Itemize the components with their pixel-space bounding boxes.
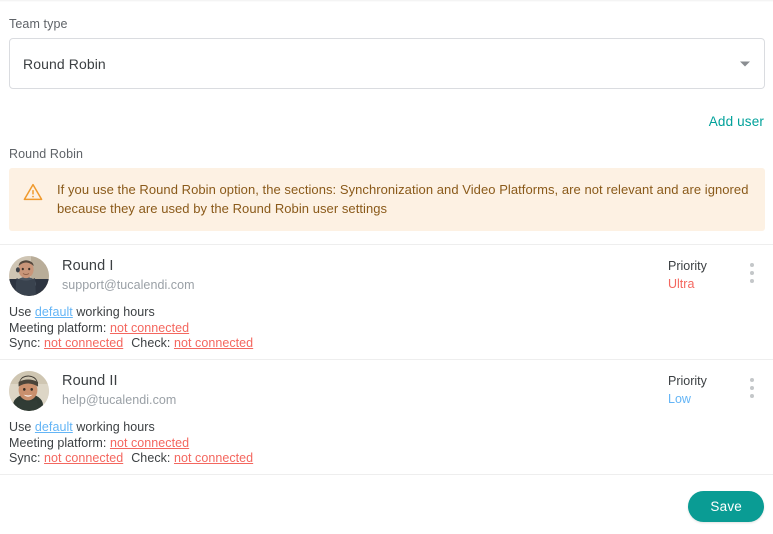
working-hours-suffix: working hours — [76, 305, 155, 319]
priority-block: Priority Low — [668, 371, 738, 408]
priority-block: Priority Ultra — [668, 256, 738, 293]
avatar — [9, 256, 49, 296]
working-hours-link[interactable]: default — [35, 305, 73, 319]
team-type-selected-value: Round Robin — [23, 55, 106, 72]
check-status[interactable]: not connected — [174, 336, 253, 350]
user-meta: Use default working hours Meeting platfo… — [9, 305, 764, 352]
footer-bar: Save — [0, 474, 773, 534]
sync-status[interactable]: not connected — [44, 451, 123, 465]
working-hours-line: Use default working hours — [9, 420, 764, 436]
user-identity: Round I support@tucalendi.com — [62, 256, 668, 294]
use-prefix: Use — [9, 420, 32, 434]
sync-label: Sync: — [9, 336, 41, 350]
user-name: Round II — [62, 373, 118, 389]
round-robin-section-title: Round Robin — [9, 147, 84, 161]
use-prefix: Use — [9, 305, 32, 319]
round-robin-warning-banner: If you use the Round Robin option, the s… — [9, 168, 765, 231]
user-header: Round II help@tucalendi.com Priority Low — [9, 371, 764, 411]
table-row: Round II help@tucalendi.com Priority Low… — [0, 359, 773, 474]
sync-check-line: Sync: not connected Check: not connected — [9, 336, 764, 352]
warning-message: If you use the Round Robin option, the s… — [57, 182, 749, 216]
user-header: Round I support@tucalendi.com Priority U… — [9, 256, 764, 296]
user-email: help@tucalendi.com — [62, 393, 177, 407]
table-row: Round I support@tucalendi.com Priority U… — [0, 244, 773, 359]
team-type-field-block: Team type Round Robin — [9, 16, 765, 89]
priority-value: Ultra — [668, 277, 695, 291]
more-vertical-icon[interactable] — [740, 256, 764, 290]
check-label: Check: — [131, 336, 171, 350]
user-name: Round I — [62, 258, 114, 274]
meeting-platform-status[interactable]: not connected — [110, 321, 189, 335]
team-type-select[interactable]: Round Robin — [9, 38, 765, 89]
sync-check-line: Sync: not connected Check: not connected — [9, 451, 764, 467]
meeting-platform-label: Meeting platform: — [9, 435, 107, 450]
card-top-edge — [0, 0, 773, 2]
working-hours-line: Use default working hours — [9, 305, 764, 321]
round-robin-user-list: Round I support@tucalendi.com Priority U… — [0, 244, 773, 474]
meeting-platform-line: Meeting platform: not connected — [9, 321, 764, 337]
settings-page: Team type Round Robin Add user Round Rob… — [0, 0, 773, 534]
user-email: support@tucalendi.com — [62, 278, 195, 292]
add-user-row: Add user — [0, 112, 764, 131]
working-hours-link[interactable]: default — [35, 420, 73, 434]
save-button[interactable]: Save — [688, 491, 764, 522]
user-identity: Round II help@tucalendi.com — [62, 371, 668, 409]
meeting-platform-status[interactable]: not connected — [110, 436, 189, 450]
priority-value: Low — [668, 392, 691, 406]
more-vertical-icon[interactable] — [740, 371, 764, 405]
chevron-down-icon — [740, 61, 750, 66]
check-status[interactable]: not connected — [174, 451, 253, 465]
priority-label: Priority — [668, 259, 707, 273]
warning-triangle-icon — [23, 182, 43, 202]
add-user-button[interactable]: Add user — [709, 112, 764, 131]
avatar — [9, 371, 49, 411]
check-label: Check: — [131, 451, 171, 465]
team-type-label: Team type — [9, 17, 68, 31]
user-meta: Use default working hours Meeting platfo… — [9, 420, 764, 467]
sync-status[interactable]: not connected — [44, 336, 123, 350]
meeting-platform-label: Meeting platform: — [9, 320, 107, 335]
priority-label: Priority — [668, 374, 707, 388]
meeting-platform-line: Meeting platform: not connected — [9, 436, 764, 452]
sync-label: Sync: — [9, 451, 41, 465]
working-hours-suffix: working hours — [76, 420, 155, 434]
